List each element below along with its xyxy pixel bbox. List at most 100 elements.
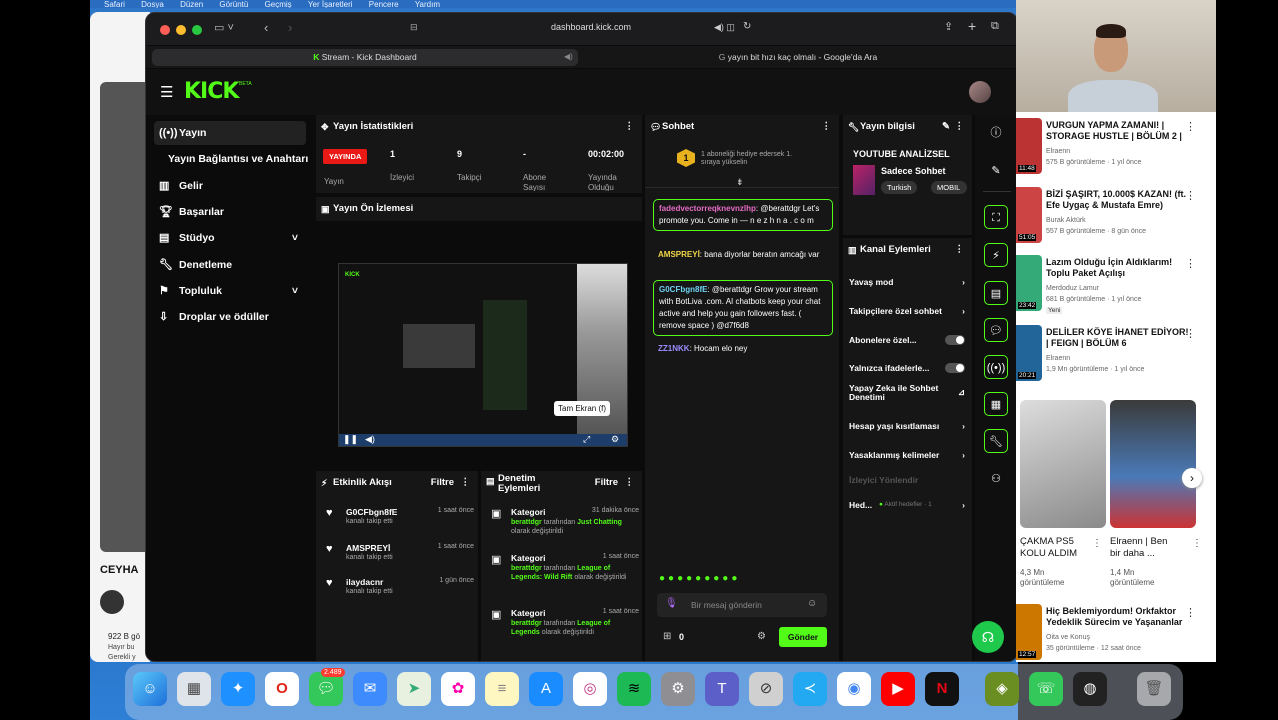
mic-icon[interactable]: 🎙︎: [665, 598, 678, 609]
forward-arrow-icon[interactable]: ›: [288, 20, 292, 35]
settings-icon[interactable]: ⚙: [661, 672, 695, 706]
tab-overview-icon[interactable]: ⧉: [991, 20, 999, 33]
vscode-icon[interactable]: ≺: [793, 672, 827, 706]
launchpad-icon[interactable]: ▦: [177, 672, 211, 706]
preview-toggle-icon[interactable]: ⛶: [984, 205, 1008, 229]
menu-view[interactable]: Görüntü: [219, 1, 248, 9]
mod-user[interactable]: berattdgr: [511, 565, 542, 572]
activity-user[interactable]: G0CFbgn8fE: [346, 507, 397, 517]
maximize-window-button[interactable]: [192, 25, 202, 35]
wrench-toggle-icon[interactable]: 🔧︎: [984, 429, 1008, 453]
more-options-icon[interactable]: ⋮: [461, 471, 471, 495]
menu-edit[interactable]: Düzen: [180, 1, 203, 9]
broadcast-toggle-icon[interactable]: ((•)): [984, 355, 1008, 379]
instagram-icon[interactable]: ◎: [573, 672, 607, 706]
reload-icon[interactable]: ↻: [743, 21, 751, 32]
facetime-icon[interactable]: ☏: [1029, 672, 1063, 706]
send-button[interactable]: Gönder: [779, 627, 827, 647]
more-options-icon[interactable]: ⋮: [1185, 327, 1196, 340]
channel-name[interactable]: Elraenn: [1046, 147, 1196, 156]
bolt-toggle-icon[interactable]: ⚡︎: [984, 243, 1008, 267]
goals-row[interactable]: Hed... ● Aktif hedefler · 1 ›: [849, 495, 965, 515]
activity-user[interactable]: AMSPREYİ: [346, 543, 390, 553]
banned-words-row[interactable]: Yasaklanmış kelimeler ›: [849, 445, 965, 465]
short-title[interactable]: Elraenn | Ben bir daha ...: [1110, 536, 1180, 560]
short-title[interactable]: ÇAKMA PS5 KOLU ALDIM: [1020, 536, 1090, 560]
category-name[interactable]: Sadece Sohbet: [881, 166, 946, 176]
followers-only-row[interactable]: Takipçilere özel sohbet ›: [849, 301, 965, 321]
chat-username[interactable]: fadedvectorreqknevnzlhp: [659, 204, 756, 213]
emote-only-toggle[interactable]: [945, 363, 965, 373]
blocked-app-icon[interactable]: ⊘: [749, 672, 783, 706]
carousel-next-icon[interactable]: ›: [1182, 468, 1202, 488]
subscribers-only-toggle[interactable]: [945, 335, 965, 345]
chrome-icon[interactable]: ◉: [837, 672, 871, 706]
emoji-icon[interactable]: ☺: [807, 598, 817, 609]
user-avatar[interactable]: [969, 81, 991, 103]
yt-video-item[interactable]: 11:48 VURGUN YAPMA ZAMANI! | STORAGE HUS…: [1016, 118, 1216, 186]
new-tab-icon[interactable]: +: [968, 18, 976, 34]
sidebar-item-droplar[interactable]: ⇩ Droplar ve ödüller: [154, 305, 306, 329]
channel-name[interactable]: Oita ve Konuş: [1046, 633, 1196, 642]
speaker-icon[interactable]: ◀): [564, 52, 573, 61]
more-options-icon[interactable]: ⋮: [625, 115, 635, 139]
more-options-icon[interactable]: ⋮: [955, 238, 965, 262]
filter-button[interactable]: Filtre: [431, 471, 454, 495]
activity-user[interactable]: ilaydacnr: [346, 577, 383, 587]
photos-icon[interactable]: ✿: [441, 672, 475, 706]
chevron-down-icon[interactable]: ˅: [292, 226, 298, 250]
fullscreen-icon[interactable]: ⤢: [583, 434, 590, 445]
tag-chip[interactable]: Turkish: [881, 181, 918, 194]
channel-name[interactable]: Burak Aktürk: [1046, 216, 1196, 225]
gear-icon[interactable]: ⚙: [611, 434, 619, 445]
edit-icon[interactable]: ✎: [942, 115, 950, 139]
menu-help[interactable]: Yardım: [415, 1, 440, 9]
gift-goal-text[interactable]: 1 aboneliği hediye edersek 1. sıraya yük…: [701, 151, 811, 167]
back-arrow-icon[interactable]: ‹: [264, 20, 268, 35]
sidebar-item-stream-key[interactable]: Yayın Bağlantısı ve Anahtarı: [154, 147, 314, 171]
minimize-window-button[interactable]: [176, 25, 186, 35]
more-options-icon[interactable]: ⋮: [1185, 120, 1196, 133]
video-title[interactable]: Lazım Olduğu İçin Aldıklarım! Toplu Pake…: [1046, 257, 1191, 279]
sidebar-item-basarilar[interactable]: 🏆︎ Başarılar: [154, 200, 306, 224]
mod-user[interactable]: berattdgr: [511, 519, 542, 526]
mod-category[interactable]: Just Chatting: [577, 519, 622, 526]
pause-icon[interactable]: ❚❚: [343, 434, 358, 445]
more-options-icon[interactable]: ⋮: [955, 115, 965, 139]
tag-chip[interactable]: MOBIL: [931, 181, 967, 194]
filter-button[interactable]: Filtre: [595, 478, 618, 488]
account-age-row[interactable]: Hesap yaşı kısıtlaması ›: [849, 416, 965, 436]
safari-icon[interactable]: ✦: [221, 672, 255, 706]
teams-icon[interactable]: T: [705, 672, 739, 706]
menu-bookmarks[interactable]: Yer İşaretleri: [308, 1, 353, 9]
subscribers-only-row[interactable]: Abonelere özel...: [849, 330, 965, 350]
spotify-icon[interactable]: ≋: [617, 672, 651, 706]
sidebar-item-studyo[interactable]: ▤ Stüdyo ˅: [154, 226, 306, 250]
video-title[interactable]: BİZİ ŞAŞIRT, 10.000$ KAZAN! (ft. Efe Uyg…: [1046, 189, 1191, 211]
netflix-icon[interactable]: N: [925, 672, 959, 706]
chat-username[interactable]: AMSPREYİ: [658, 250, 700, 259]
ai-moderation-row[interactable]: Yapay Zeka ile Sohbet Denetimi ⊿: [849, 384, 965, 408]
yt-video-item[interactable]: 51:05 BİZİ ŞAŞIRT, 10.000$ KAZAN! (ft. E…: [1016, 187, 1216, 255]
maps-icon[interactable]: ➤: [397, 672, 431, 706]
chat-username[interactable]: G0CFbgn8fE: [659, 285, 707, 294]
kick-logo[interactable]: KICK: [184, 79, 239, 104]
short-thumbnail[interactable]: [1020, 400, 1106, 528]
more-options-icon[interactable]: ⋮: [1185, 257, 1196, 270]
menu-safari[interactable]: Safari: [104, 1, 125, 9]
menu-file[interactable]: Dosya: [141, 1, 164, 9]
sidebar-item-denetleme[interactable]: 🔧︎ Denetleme: [154, 253, 306, 277]
finder-icon[interactable]: ☺: [133, 672, 167, 706]
gear-icon[interactable]: ⚙: [757, 631, 766, 642]
background-window[interactable]: CEYHA 922 B gö Hayır bu Gerekli y: [90, 12, 150, 662]
support-headset-icon[interactable]: ☊: [972, 621, 1004, 653]
channel-name[interactable]: Elraenn: [1046, 354, 1196, 363]
more-options-icon[interactable]: ⋮: [822, 115, 832, 139]
tab-google-search[interactable]: G yayın bit hızı kaç olmalı - Google'da …: [582, 49, 1014, 66]
video-title[interactable]: VURGUN YAPMA ZAMANI! | STORAGE HUSTLE | …: [1046, 120, 1191, 142]
video-title[interactable]: DELİLER KÖYE İHANET EDİYOR! | FEIGN | BÖ…: [1046, 327, 1191, 349]
yt-video-item[interactable]: 20:21 DELİLER KÖYE İHANET EDİYOR! | FEIG…: [1016, 325, 1216, 393]
sidebar-toggle-icon[interactable]: ▭ ˅: [214, 21, 234, 34]
mod-user[interactable]: berattdgr: [511, 620, 542, 627]
notes-icon[interactable]: ≡: [485, 672, 519, 706]
